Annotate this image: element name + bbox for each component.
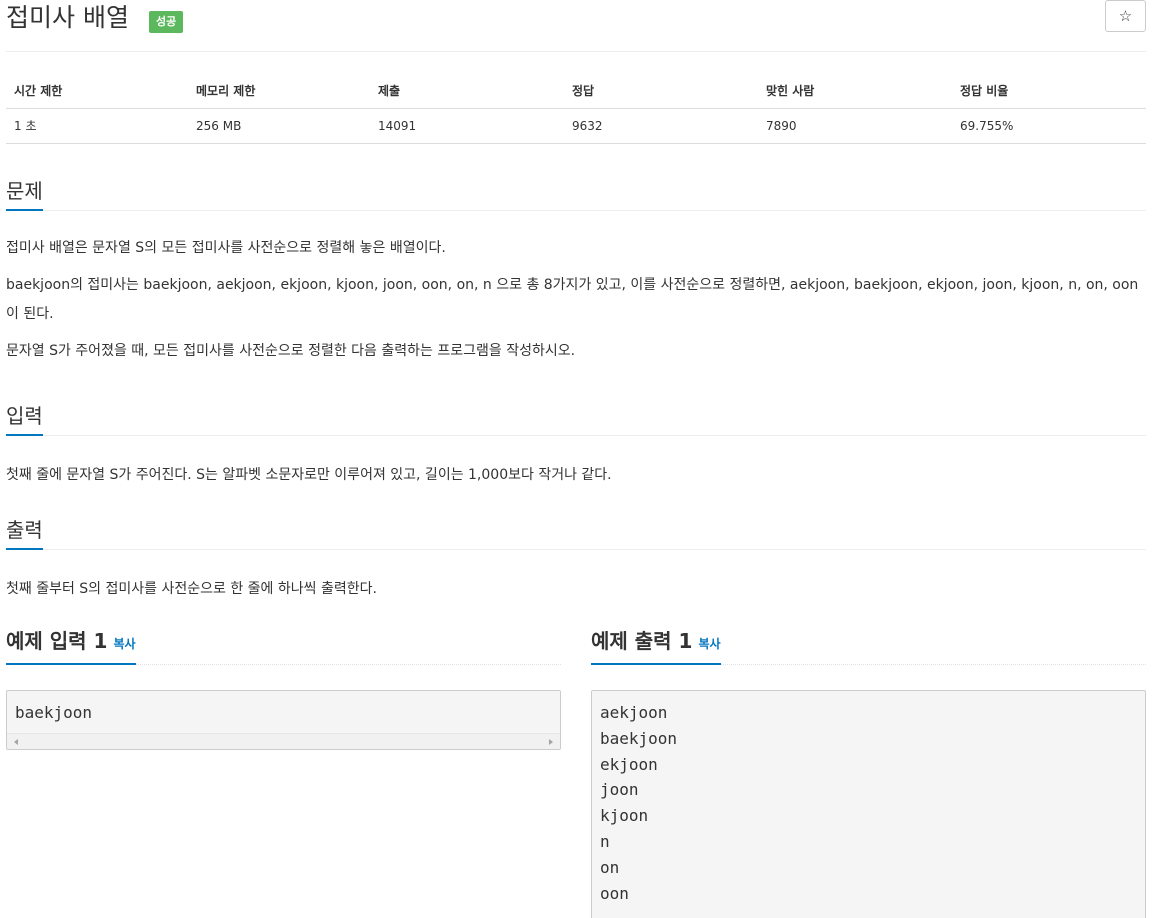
info-value-row: 1 초 256 MB 14091 9632 7890 69.755%: [6, 108, 1146, 144]
sample-input-line: baekjoon: [15, 703, 93, 722]
sample-output-panel: 예제 출력 1 복사 aekjoon baekjoon ekjoon joon k…: [591, 622, 1146, 918]
sample-output-line: aekjoon: [600, 703, 668, 722]
sample-output-line: ekjoon: [600, 754, 658, 774]
title-row: 접미사 배열 성공 ☆: [6, 0, 1146, 52]
input-description: 첫째 줄에 문자열 S가 주어진다. S는 알파벳 소문자로만 이루어져 있고,…: [6, 436, 1146, 490]
problem-description: 접미사 배열은 문자열 S의 모든 접미사를 사전순으로 정렬해 놓은 배열이다…: [6, 211, 1146, 366]
ratio-header: 정답 비율: [952, 73, 1146, 109]
submissions-header: 제출: [370, 73, 564, 109]
submissions-value: 14091: [370, 108, 564, 144]
sample-input-header: 예제 입력 1 복사: [6, 622, 561, 665]
input-paragraph: 첫째 줄에 문자열 S가 주어진다. S는 알파벳 소문자로만 이루어져 있고,…: [6, 467, 612, 483]
sample-output-line: on: [600, 857, 620, 877]
solvers-value: 7890: [758, 108, 952, 144]
sample-output-content: aekjoon baekjoon ekjoon joon kjoon n on …: [592, 691, 1145, 906]
output-section-header: 출력: [6, 514, 1146, 550]
sample-output-line: n: [600, 831, 610, 851]
horizontal-scrollbar[interactable]: [7, 733, 560, 749]
problem-paragraph: 접미사 배열은 문자열 S의 모든 접미사를 사전순으로 정렬해 놓은 배열이다…: [6, 240, 446, 256]
sample-output-header: 예제 출력 1 복사: [591, 622, 1146, 665]
input-section-header: 입력: [6, 400, 1146, 436]
problem-section-header: 문제: [6, 175, 1146, 211]
memory-limit-value: 256 MB: [188, 108, 370, 144]
output-section: 출력 첫째 줄부터 S의 접미사를 사전순으로 한 줄에 하나씩 출력한다.: [6, 514, 1146, 612]
sample-output-line: baekjoon: [600, 728, 678, 748]
favorite-button[interactable]: ☆: [1105, 0, 1146, 32]
star-icon: ☆: [1118, 8, 1133, 25]
solvers-header: 맞힌 사람: [758, 73, 952, 109]
status-badge: 성공: [149, 11, 184, 33]
scroll-right-icon[interactable]: [549, 739, 553, 745]
input-section-title: 입력: [6, 400, 43, 436]
sample-output-line: kjoon: [600, 806, 649, 826]
time-limit-value: 1 초: [6, 108, 188, 144]
sample-output-title: 예제 출력 1 복사: [591, 622, 721, 665]
sample-output-line: joon: [600, 780, 639, 800]
ratio-value: 69.755%: [952, 108, 1146, 144]
sample-input-box[interactable]: baekjoon: [6, 690, 561, 750]
sample-input-title: 예제 입력 1 복사: [6, 622, 136, 665]
time-limit-header: 시간 제한: [6, 73, 188, 109]
sample-input-panel: 예제 입력 1 복사 baekjoon: [6, 622, 561, 750]
output-section-title: 출력: [6, 514, 43, 550]
page-title: 접미사 배열: [6, 3, 129, 32]
copy-sample-output-link[interactable]: 복사: [698, 637, 720, 651]
accepted-value: 9632: [564, 108, 758, 144]
info-header-row: 시간 제한 메모리 제한 제출 정답 맞힌 사람 정답 비율: [6, 73, 1146, 109]
problem-paragraph: baekjoon의 접미사는 baekjoon, aekjoon, ekjoon…: [6, 277, 1139, 322]
output-description: 첫째 줄부터 S의 접미사를 사전순으로 한 줄에 하나씩 출력한다.: [6, 550, 1146, 604]
sample-output-title-text: 예제 출력 1: [591, 629, 693, 653]
accepted-header: 정답: [564, 73, 758, 109]
scroll-left-icon[interactable]: [14, 739, 18, 745]
memory-limit-header: 메모리 제한: [188, 73, 370, 109]
sample-output-line: oon: [600, 883, 629, 903]
sample-output-box[interactable]: aekjoon baekjoon ekjoon joon kjoon n on …: [591, 690, 1146, 918]
copy-sample-input-link[interactable]: 복사: [113, 637, 135, 651]
sample-input-title-text: 예제 입력 1: [6, 629, 108, 653]
problem-section-title: 문제: [6, 175, 43, 211]
problem-paragraph: 문자열 S가 주어졌을 때, 모든 접미사를 사전순으로 정렬한 다음 출력하는…: [6, 343, 576, 359]
problem-section: 문제 접미사 배열은 문자열 S의 모든 접미사를 사전순으로 정렬해 놓은 배…: [6, 175, 1146, 374]
input-section: 입력 첫째 줄에 문자열 S가 주어진다. S는 알파벳 소문자로만 이루어져 …: [6, 400, 1146, 498]
output-paragraph: 첫째 줄부터 S의 접미사를 사전순으로 한 줄에 하나씩 출력한다.: [6, 581, 377, 597]
problem-page: 접미사 배열 성공 ☆ 시간 제한 메모리 제한 제출 정답 맞힌 사람 정답 …: [6, 0, 1146, 918]
problem-info-table: 시간 제한 메모리 제한 제출 정답 맞힌 사람 정답 비율 1 초 256 M…: [6, 73, 1146, 144]
sample-input-content: baekjoon: [7, 691, 560, 726]
